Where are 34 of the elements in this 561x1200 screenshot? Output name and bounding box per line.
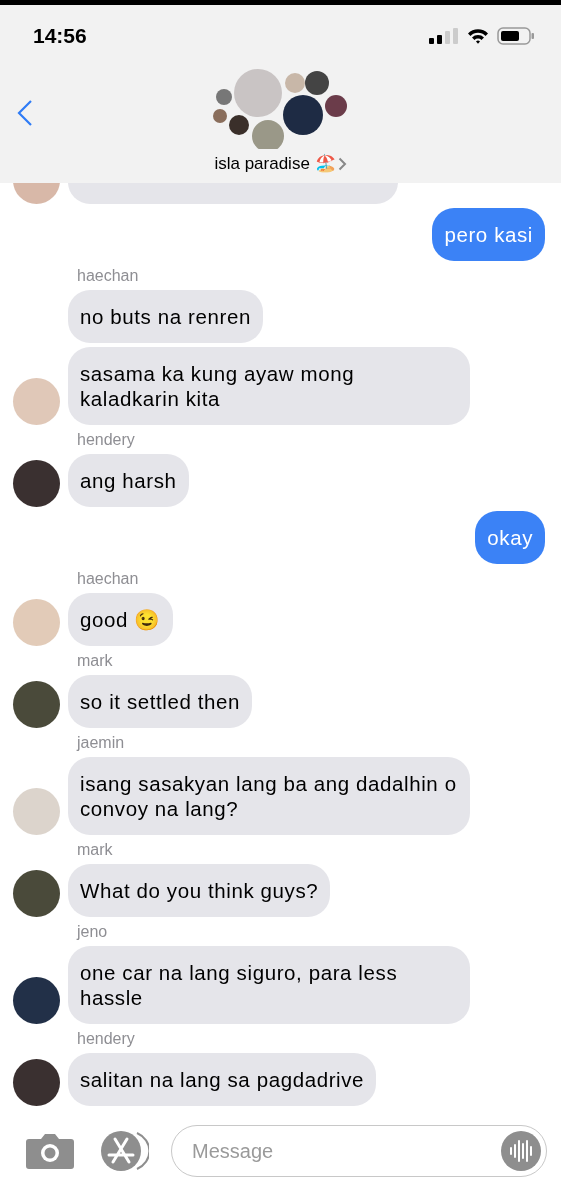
signal-icon (429, 28, 459, 44)
message-bubble: salitan na lang sa pagdadrive (68, 1053, 377, 1106)
avatar[interactable] (13, 460, 60, 507)
battery-icon (497, 27, 535, 45)
group-title[interactable]: isla paradise 🏖 (214, 153, 336, 174)
message-bubble: one car na lang siguro, para less hassle (68, 946, 470, 1024)
wifi-icon (467, 28, 489, 44)
sender-name: jaemin (77, 734, 125, 752)
sender-name: haechan (77, 570, 139, 588)
audio-wave-icon[interactable] (501, 1131, 541, 1171)
sender-name: mark (77, 652, 113, 670)
camera-icon[interactable] (25, 1133, 75, 1169)
message-bubble: ang harsh (68, 454, 189, 507)
avatar[interactable] (13, 681, 60, 728)
message-bubble: isang sasakyan lang ba ang dadalhin o convoy na lang? (68, 757, 470, 835)
back-icon[interactable] (17, 100, 33, 126)
status-time: 14:56 (33, 24, 87, 48)
message-field[interactable]: Message (171, 1125, 547, 1177)
message-bubble: sasama ka kung ayaw mong kaladkarin kita (68, 347, 470, 425)
chevron-icon[interactable] (337, 156, 347, 171)
sender-name: hendery (77, 1030, 135, 1048)
message-bubble: okay (475, 511, 545, 564)
message-bubble: no buts na renren (68, 290, 263, 343)
avatar[interactable] (13, 870, 60, 917)
message-bubble: pero kasi (432, 208, 545, 261)
message-bubble: so it settled then (68, 675, 253, 728)
sender-name: mark (77, 841, 113, 859)
sender-name: hendery (77, 431, 135, 449)
avatar[interactable] (13, 1059, 60, 1106)
sender-name: jeno (77, 923, 108, 941)
avatar[interactable] (13, 977, 60, 1024)
message-bubble: good 😉 (68, 593, 173, 646)
sender-name: haechan (77, 267, 139, 285)
message-bubble: What do you think guys? (68, 864, 331, 917)
